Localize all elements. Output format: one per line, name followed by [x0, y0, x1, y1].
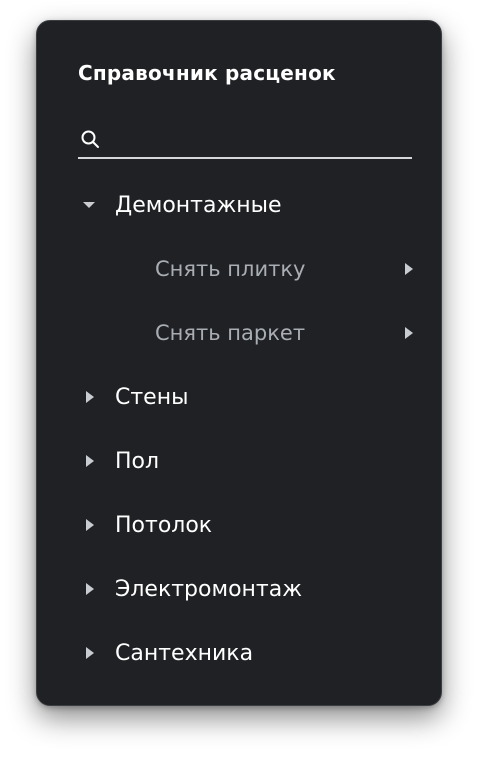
caret-down-icon[interactable] [81, 193, 105, 217]
caret-right-icon[interactable] [81, 449, 105, 473]
tree-subitem-remove-parquet[interactable]: Снять паркет [155, 311, 415, 355]
search-input[interactable] [108, 123, 412, 159]
search-icon [81, 130, 99, 148]
tree-item-plumbing[interactable]: Сантехника [81, 631, 415, 675]
tree-item-floor[interactable]: Пол [81, 439, 415, 483]
tree-item-walls[interactable]: Стены [81, 375, 415, 419]
tree-item-demolition[interactable]: Демонтажные [81, 183, 415, 227]
search-field[interactable] [78, 123, 412, 159]
caret-right-icon[interactable] [81, 641, 105, 665]
caret-right-icon[interactable] [391, 257, 415, 281]
tree-subitem-remove-tiles[interactable]: Снять плитку [155, 247, 415, 291]
tree-subitem-label: Снять паркет [155, 321, 306, 345]
tree-item-label: Пол [115, 448, 160, 474]
panel-title: Справочник расценок [78, 61, 336, 85]
tree-item-label: Электромонтаж [115, 576, 303, 602]
tree-item-label: Стены [115, 384, 189, 410]
price-reference-panel: Справочник расценок Демонтажные Снять пл… [36, 20, 442, 706]
caret-right-icon[interactable] [391, 321, 415, 345]
tree-item-electrical[interactable]: Электромонтаж [81, 567, 415, 611]
tree-item-label: Потолок [115, 512, 213, 538]
tree-item-ceiling[interactable]: Потолок [81, 503, 415, 547]
caret-right-icon[interactable] [81, 513, 105, 537]
tree-item-label: Демонтажные [115, 192, 282, 218]
tree-item-label: Сантехника [115, 640, 254, 666]
caret-right-icon[interactable] [81, 577, 105, 601]
caret-right-icon[interactable] [81, 385, 105, 409]
tree-subitem-label: Снять плитку [155, 257, 306, 281]
